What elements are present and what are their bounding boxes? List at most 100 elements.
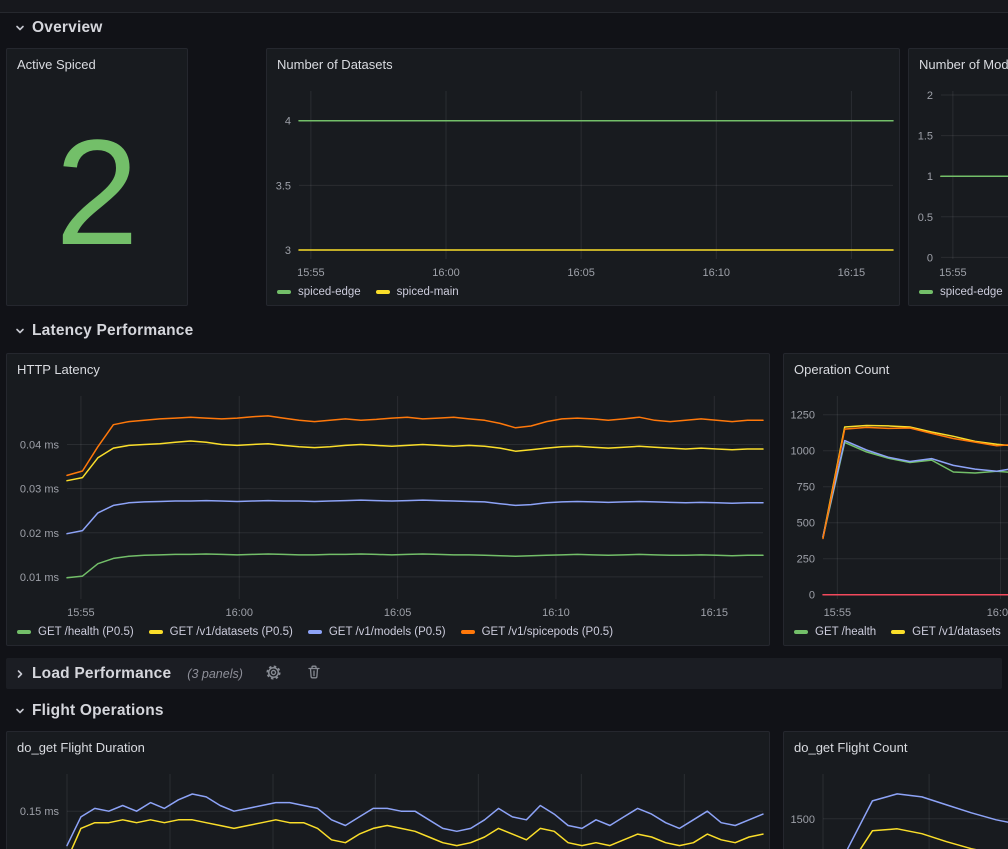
- panel-http-latency: HTTP Latency 0.01 ms 0.02 ms 0.03 ms 0.04 m…: [6, 353, 770, 646]
- section-title-flight: Flight Operations: [32, 702, 164, 720]
- svg-text:4: 4: [285, 116, 291, 128]
- stat-value-wrap: 2: [7, 79, 187, 305]
- svg-text:0.15 ms: 0.15 ms: [20, 806, 60, 818]
- legend-item[interactable]: spiced-main: [376, 286, 459, 298]
- trash-icon: [306, 664, 322, 683]
- svg-text:1: 1: [927, 171, 933, 183]
- legend-swatch: [794, 630, 808, 634]
- svg-text:1000: 1000: [791, 446, 815, 458]
- panel-title-operation-count[interactable]: Operation Count: [784, 354, 1008, 384]
- panel-title-http-latency[interactable]: HTTP Latency: [7, 354, 769, 384]
- svg-text:15:55: 15:55: [824, 607, 852, 619]
- svg-text:1250: 1250: [791, 410, 815, 422]
- panel-number-of-datasets: Number of Datasets 33.5415:5516:0016:051…: [266, 48, 900, 306]
- svg-text:15:55: 15:55: [939, 267, 967, 279]
- legend-item[interactable]: GET /v1/datasets: [891, 626, 1001, 638]
- chevron-down-icon: [14, 705, 26, 717]
- legend-item[interactable]: spiced-edge: [277, 286, 361, 298]
- legend-item[interactable]: GET /v1/datasets (P0.5): [149, 626, 293, 638]
- svg-text:0: 0: [809, 590, 815, 602]
- datasets-legend: spiced-edge spiced-main: [267, 279, 899, 305]
- row-delete-button[interactable]: [304, 662, 324, 685]
- panel-title-number-of-datasets[interactable]: Number of Datasets: [267, 49, 899, 79]
- legend-item[interactable]: spiced-edge: [919, 286, 1003, 298]
- section-header-overview[interactable]: Overview: [6, 13, 103, 43]
- legend-swatch: [919, 290, 933, 294]
- svg-text:16:10: 16:10: [703, 267, 731, 279]
- section-title-latency: Latency Performance: [32, 322, 193, 340]
- legend-label: spiced-edge: [940, 286, 1003, 298]
- legend-swatch: [149, 630, 163, 634]
- legend-swatch: [891, 630, 905, 634]
- svg-text:0.5: 0.5: [918, 212, 933, 224]
- legend-label: GET /v1/datasets: [912, 626, 1001, 638]
- models-chart[interactable]: 00.511.5215:5516:0016:0516:1016:15: [909, 79, 1008, 281]
- chevron-down-icon: [14, 22, 26, 34]
- section-header-flight[interactable]: Flight Operations: [6, 696, 164, 726]
- svg-text:0: 0: [927, 252, 933, 264]
- legend-label: GET /health: [815, 626, 876, 638]
- panel-number-of-models: Number of Models 00.511.5215:5516:0016:0…: [908, 48, 1008, 306]
- panel-operation-count: Operation Count 0 250 500 750 1000 1250 15:55 1…: [783, 353, 1008, 646]
- panel-do-get-flight-count: do_get Flight Count 50010001500: [783, 731, 1008, 849]
- svg-text:16:00: 16:00: [987, 607, 1008, 619]
- flight-duration-chart[interactable]: 0.15 ms0.10 ms: [7, 762, 770, 849]
- svg-text:2: 2: [927, 90, 933, 102]
- legend-label: GET /v1/datasets (P0.5): [170, 626, 293, 638]
- svg-text:15:55: 15:55: [297, 267, 325, 279]
- datasets-chart[interactable]: 33.5415:5516:0016:0516:1016:15: [267, 79, 900, 281]
- http-latency-chart[interactable]: 0.01 ms 0.02 ms 0.03 ms 0.04 ms 15:55 16:00 16…: [7, 384, 770, 621]
- models-legend: spiced-edgespiced-main: [909, 279, 1008, 305]
- legend-item[interactable]: GET /health (P0.5): [17, 626, 134, 638]
- load-panels-count: (3 panels): [187, 667, 243, 681]
- operation-count-chart[interactable]: 02505007501000125015:5516:0016:0516:1016…: [784, 384, 1008, 621]
- svg-text:16:15: 16:15: [701, 607, 729, 619]
- legend-swatch: [277, 290, 291, 294]
- svg-text:1.5: 1.5: [918, 131, 933, 143]
- svg-text:500: 500: [797, 518, 815, 530]
- flight-count-chart[interactable]: 50010001500: [784, 762, 1008, 849]
- legend-label: GET /health (P0.5): [38, 626, 134, 638]
- legend-swatch: [461, 630, 475, 634]
- section-title-load: Load Performance: [32, 665, 171, 683]
- svg-text:1500: 1500: [791, 814, 815, 826]
- legend-swatch: [17, 630, 31, 634]
- http-latency-legend: GET /health (P0.5) GET /v1/datasets (P0.5…: [7, 619, 769, 645]
- chevron-right-icon: [14, 668, 26, 680]
- svg-text:15:55: 15:55: [67, 607, 95, 619]
- panel-active-spiced: Active Spiced 2: [6, 48, 188, 306]
- chevron-down-icon: [14, 325, 26, 337]
- panel-do-get-flight-duration: do_get Flight Duration 0.15 ms0.10 ms: [6, 731, 770, 849]
- panel-title-flight-count[interactable]: do_get Flight Count: [784, 732, 1008, 762]
- svg-text:0.02 ms: 0.02 ms: [20, 528, 60, 540]
- legend-label: spiced-edge: [298, 286, 361, 298]
- svg-text:16:10: 16:10: [542, 607, 570, 619]
- svg-text:16:15: 16:15: [838, 267, 866, 279]
- svg-text:0.04 ms: 0.04 ms: [20, 440, 60, 452]
- active-spiced-value: 2: [55, 117, 138, 267]
- svg-text:250: 250: [797, 554, 815, 566]
- legend-item[interactable]: GET /v1/models (P0.5): [308, 626, 446, 638]
- legend-label: spiced-main: [397, 286, 459, 298]
- svg-text:16:00: 16:00: [432, 267, 460, 279]
- legend-item[interactable]: GET /v1/spicepods (P0.5): [461, 626, 613, 638]
- svg-text:0.03 ms: 0.03 ms: [20, 484, 60, 496]
- svg-text:3: 3: [285, 245, 291, 257]
- operation-count-legend: GET /healthGET /v1/datasetsGET /v1/model…: [784, 619, 1008, 645]
- legend-swatch: [376, 290, 390, 294]
- svg-text:0.01 ms: 0.01 ms: [20, 572, 60, 584]
- section-header-load[interactable]: Load Performance (3 panels): [6, 658, 324, 689]
- svg-text:750: 750: [797, 482, 815, 494]
- section-header-latency[interactable]: Latency Performance: [6, 316, 193, 346]
- legend-swatch: [308, 630, 322, 634]
- legend-label: GET /v1/models (P0.5): [329, 626, 446, 638]
- gear-icon: [265, 664, 282, 684]
- panel-title-active-spiced[interactable]: Active Spiced: [7, 49, 187, 79]
- panel-title-flight-duration[interactable]: do_get Flight Duration: [7, 732, 769, 762]
- legend-label: GET /v1/spicepods (P0.5): [482, 626, 613, 638]
- legend-item[interactable]: GET /health: [794, 626, 876, 638]
- top-toolbar-edge: [0, 0, 1008, 13]
- row-settings-button[interactable]: [263, 662, 284, 686]
- svg-text:16:00: 16:00: [225, 607, 253, 619]
- panel-title-number-of-models[interactable]: Number of Models: [909, 49, 1008, 79]
